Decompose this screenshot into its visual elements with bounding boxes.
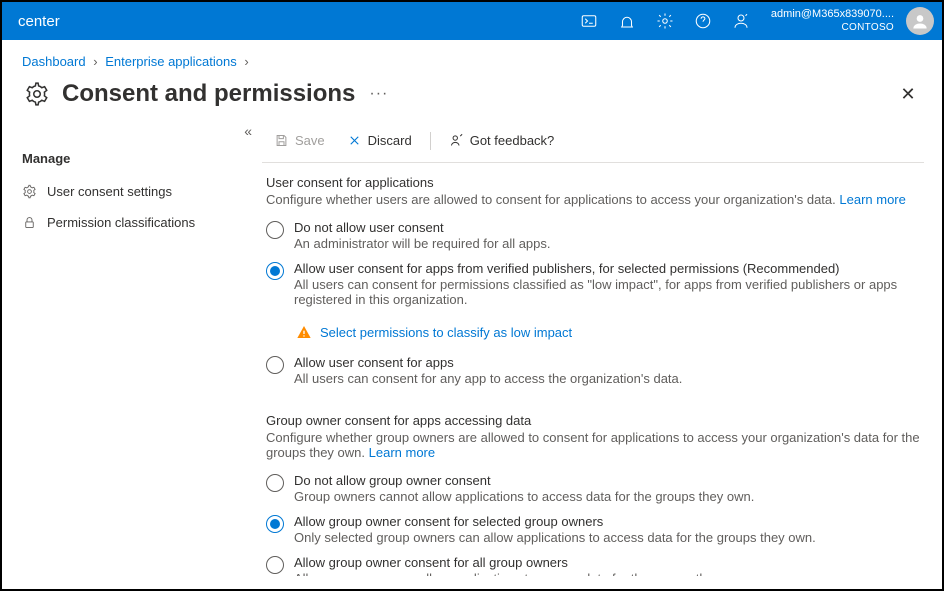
radio-icon[interactable] (266, 515, 284, 533)
section-description: Configure whether users are allowed to c… (266, 192, 924, 207)
radio-option-group-all-owners[interactable]: Allow group owner consent for all group … (266, 550, 924, 576)
radio-option-group-selected-owners[interactable]: Allow group owner consent for selected g… (266, 509, 924, 550)
avatar[interactable] (906, 7, 934, 35)
radio-label: Do not allow group owner consent (294, 473, 924, 488)
radio-description: All users can consent for any app to acc… (294, 371, 924, 386)
radio-option-group-do-not-allow[interactable]: Do not allow group owner consent Group o… (266, 468, 924, 509)
lock-icon (22, 215, 37, 230)
sidebar: « Manage User consent settings Permissio… (2, 123, 262, 576)
sidebar-item-permission-classifications[interactable]: Permission classifications (22, 207, 262, 238)
radio-icon[interactable] (266, 356, 284, 374)
feedback-icon[interactable] (723, 2, 759, 40)
radio-icon[interactable] (266, 221, 284, 239)
classify-permissions-link[interactable]: Select permissions to classify as low im… (320, 325, 572, 340)
collapse-sidebar-icon[interactable]: « (244, 123, 252, 139)
sidebar-item-label: User consent settings (47, 184, 172, 199)
sidebar-item-label: Permission classifications (47, 215, 195, 230)
radio-description: An administrator will be required for al… (294, 236, 924, 251)
save-icon (274, 133, 289, 148)
close-icon[interactable]: ✕ (894, 80, 922, 108)
feedback-icon (449, 133, 464, 148)
product-name: center (10, 13, 68, 30)
user-email: admin@M365x839070.... (771, 8, 894, 21)
warning-alert: Select permissions to classify as low im… (296, 324, 924, 340)
radio-label: Allow group owner consent for selected g… (294, 514, 924, 529)
section-title: Group owner consent for apps accessing d… (266, 413, 924, 428)
chevron-right-icon: › (244, 54, 248, 69)
radio-label: Allow user consent for apps from verifie… (294, 261, 924, 276)
section-description: Configure whether group owners are allow… (266, 430, 924, 460)
breadcrumb: Dashboard › Enterprise applications › (2, 40, 942, 75)
save-button[interactable]: Save (266, 129, 333, 152)
toolbar-divider (430, 132, 431, 150)
gear-icon (22, 79, 52, 109)
radio-description: Only selected group owners can allow app… (294, 530, 924, 545)
discard-icon (347, 133, 362, 148)
help-icon[interactable] (685, 2, 721, 40)
radio-icon[interactable] (266, 474, 284, 492)
learn-more-link[interactable]: Learn more (369, 445, 435, 460)
settings-icon[interactable] (647, 2, 683, 40)
cloud-shell-icon[interactable] (571, 2, 607, 40)
tenant-name: CONTOSO (842, 22, 894, 34)
sidebar-section-label: Manage (22, 151, 262, 166)
page-header: Consent and permissions ··· ✕ (2, 75, 942, 123)
breadcrumb-item[interactable]: Dashboard (22, 54, 86, 69)
feedback-button[interactable]: Got feedback? (441, 129, 563, 152)
radio-option-verified-publishers[interactable]: Allow user consent for apps from verifie… (266, 256, 924, 312)
top-nav-bar: center admin@M365x839070.... CONTOSO (2, 2, 942, 40)
user-consent-section: User consent for applications Configure … (262, 175, 924, 391)
warning-icon (296, 324, 312, 340)
radio-option-do-not-allow[interactable]: Do not allow user consent An administrat… (266, 215, 924, 256)
main-content: Save Discard Got feedback? User consent … (262, 123, 942, 576)
more-menu-icon[interactable]: ··· (369, 85, 388, 103)
radio-icon[interactable] (266, 556, 284, 574)
radio-description: All users can consent for permissions cl… (294, 277, 924, 307)
radio-description: Group owners cannot allow applications t… (294, 489, 924, 504)
chevron-right-icon: › (93, 54, 97, 69)
radio-description: All group owners can allow applications … (294, 571, 924, 576)
radio-label: Allow group owner consent for all group … (294, 555, 924, 570)
group-owner-consent-section: Group owner consent for apps accessing d… (262, 413, 924, 576)
notifications-icon[interactable] (609, 2, 645, 40)
radio-icon[interactable] (266, 262, 284, 280)
discard-button[interactable]: Discard (339, 129, 420, 152)
sidebar-item-user-consent-settings[interactable]: User consent settings (22, 176, 262, 207)
page-title: Consent and permissions (62, 80, 355, 108)
radio-option-allow-all[interactable]: Allow user consent for apps All users ca… (266, 350, 924, 391)
learn-more-link[interactable]: Learn more (839, 192, 905, 207)
radio-label: Allow user consent for apps (294, 355, 924, 370)
toolbar: Save Discard Got feedback? (262, 123, 924, 163)
account-info[interactable]: admin@M365x839070.... CONTOSO (759, 8, 902, 33)
breadcrumb-item[interactable]: Enterprise applications (105, 54, 237, 69)
section-title: User consent for applications (266, 175, 924, 190)
radio-label: Do not allow user consent (294, 220, 924, 235)
